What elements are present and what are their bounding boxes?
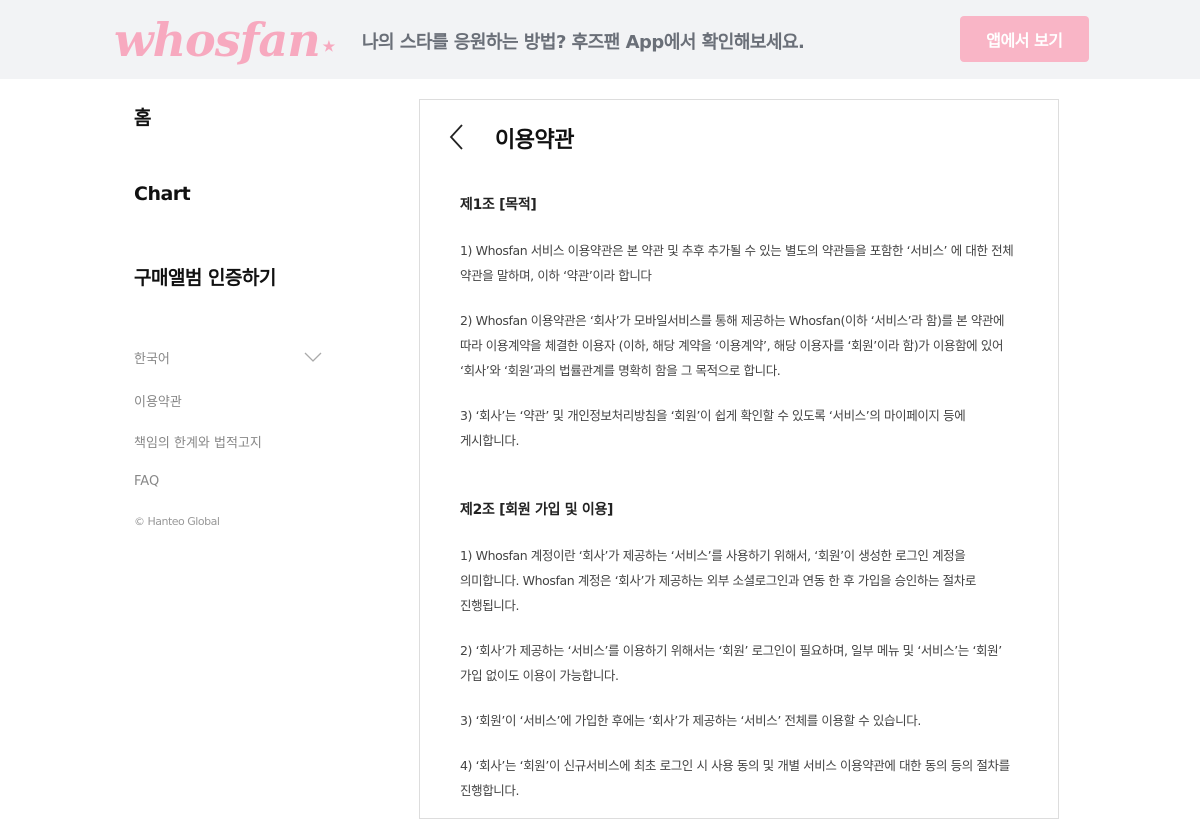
section-title: 제2조 [회원 가입 및 이용] — [460, 502, 614, 518]
section-title: 제1조 [목적] — [460, 197, 537, 213]
app-promo-banner: whosfan ★ 나의 스타를 응원하는 방법? 후즈팬 App에서 확인해보… — [0, 0, 1200, 79]
section-paragraph: 2) Whosfan 이용약관은 ‘회사’가 모바일서비스를 통해 제공하는 W… — [460, 313, 1005, 378]
section-paragraph: 3) ‘회원’이 ‘서비스’에 가입한 후에는 ‘회사’가 제공하는 ‘서비스’… — [460, 713, 921, 728]
logo-text: whosfan — [114, 13, 321, 67]
open-in-app-button[interactable]: 앱에서 보기 — [960, 16, 1089, 62]
sidebar-link-faq[interactable]: FAQ — [134, 474, 159, 489]
page-title: 이용약관 — [495, 128, 574, 153]
section-paragraph: 1) Whosfan 계정이란 ‘회사’가 제공하는 ‘서비스’를 사용하기 위… — [460, 548, 976, 613]
terms-document: 제1조 [목적] 1) Whosfan 서비스 이용약관은 본 약관 및 추후 … — [460, 194, 1025, 823]
chevron-down-icon — [304, 352, 322, 362]
star-icon: ★ — [322, 39, 336, 55]
section-paragraph: 2) ‘회사’가 제공하는 ‘서비스’를 이용하기 위해서는 ‘회원’ 로그인이… — [460, 643, 1002, 683]
section-paragraph: 3) ‘회사’는 ‘약관’ 및 개인정보처리방침을 ‘회원’이 쉽게 확인할 수… — [460, 408, 966, 448]
sidebar-item-chart[interactable]: Chart — [134, 183, 191, 205]
sidebar-link-terms[interactable]: 이용약관 — [134, 391, 182, 410]
terms-panel: 이용약관 제1조 [목적] 1) Whosfan 서비스 이용약관은 본 약관 … — [419, 99, 1059, 819]
sidebar-item-home[interactable]: 홈 — [134, 103, 151, 130]
section-paragraph: 4) ‘회사’는 ‘회원’이 신규서비스에 최초 로그인 시 사용 동의 및 개… — [460, 758, 1010, 798]
whosfan-logo[interactable]: whosfan ★ — [114, 12, 336, 68]
section-paragraph: 1) Whosfan 서비스 이용약관은 본 약관 및 추후 추가될 수 있는 … — [460, 243, 1014, 283]
banner-message: 나의 스타를 응원하는 방법? 후즈팬 App에서 확인해보세요. — [362, 32, 805, 53]
copyright-text: © Hanteo Global — [134, 515, 220, 528]
chevron-left-icon[interactable] — [446, 122, 470, 152]
language-selected-value: 한국어 — [134, 351, 170, 367]
terms-section: 제2조 [회원 가입 및 이용] 1) Whosfan 계정이란 ‘회사’가 제… — [460, 499, 1025, 803]
sidebar-link-legal-notice[interactable]: 책임의 한계와 법적고지 — [134, 432, 262, 451]
terms-section: 제1조 [목적] 1) Whosfan 서비스 이용약관은 본 약관 및 추후 … — [460, 194, 1025, 453]
language-select[interactable]: 한국어 — [134, 345, 324, 369]
sidebar-item-album-verification[interactable]: 구매앨범 인증하기 — [134, 263, 276, 290]
